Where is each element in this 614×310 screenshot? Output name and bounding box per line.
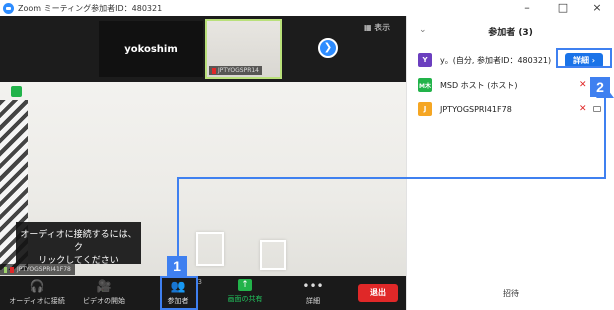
participant-name: MSD ホスト (ホスト) [440,80,518,90]
thumbnail-strip: yokoshim JPTYOGSPR14 ❯ ▦ 表示 [0,16,406,82]
mic-muted-icon: ✕ [579,80,587,90]
signal-icon [4,266,7,273]
self-video-tile[interactable]: JPTYOGSPR14 [205,19,282,79]
leave-meeting-button[interactable]: 退出 [358,284,398,302]
start-video-button[interactable]: 🎥 ビデオの開始 [76,279,132,307]
video-off-icon: 🎥 [96,279,112,293]
share-screen-button[interactable]: ↑ 画面の共有 [225,279,265,307]
mic-muted-icon [212,67,216,74]
participant-row-guest[interactable]: J JPTYOGSPRI41F78 ✕ [407,98,614,120]
close-button[interactable]: × [580,0,614,16]
highlight-detail [556,48,612,68]
shield-icon [11,86,22,97]
avatar: J [418,102,432,116]
participant-name: y。(自分, 参加者ID：480321) [440,55,552,65]
avatar: Y [418,53,432,67]
video-name-bar: JPTYOGSPRI41F78 [0,264,75,275]
step-badge-1: 1 [167,256,187,276]
tile-name-label: yokoshim [124,43,178,55]
headphones-icon: 🎧 [29,279,45,293]
next-page-button[interactable]: ❯ [318,38,338,58]
invite-button[interactable]: 招待 [493,286,529,302]
more-icon: ••• [302,279,324,293]
audio-tooltip[interactable]: オーディオに接続するには、ク リックしてください [16,222,141,266]
join-audio-button[interactable]: 🎧 オーディオに接続 [6,279,68,307]
panel-title: 参加者 (3) [488,28,533,38]
participant-count: 3 [197,278,202,286]
title-bar: Zoom ミーティング参加者ID：480321 – □ × [0,0,614,16]
view-button[interactable]: ▦ 表示 [364,22,390,33]
meeting-toolbar: 🎧 オーディオに接続 🎥 ビデオの開始 👥 3 参加者 ↑ 画面の共有 ••• … [0,276,406,310]
window-title: Zoom ミーティング参加者ID：480321 [18,3,163,13]
participant-row-host[interactable]: M木 MSD ホスト (ホスト) ✕ [407,74,614,96]
restore-button[interactable]: □ [546,0,580,16]
mic-muted-icon: ✕ [579,104,587,114]
zoom-logo-icon [3,2,14,14]
participant-name: JPTYOGSPRI41F78 [440,104,512,114]
avatar: M木 [418,78,432,92]
annotation-line [177,177,605,179]
step-badge-2: 2 [590,77,610,97]
camera-off-icon [593,106,601,112]
highlight-participants [160,276,198,310]
minimize-button[interactable]: – [510,0,544,16]
mic-muted-icon [10,266,14,273]
more-button[interactable]: ••• 詳細 [298,279,328,307]
share-screen-icon: ↑ [238,279,252,291]
self-video-label: JPTYOGSPR14 [209,66,262,75]
picture-frame [260,240,286,270]
panel-header: ⌄ 参加者 (3) [407,16,614,46]
picture-frame [196,232,224,266]
annotation-line [604,98,606,179]
participant-tile[interactable]: yokoshim [99,21,203,77]
